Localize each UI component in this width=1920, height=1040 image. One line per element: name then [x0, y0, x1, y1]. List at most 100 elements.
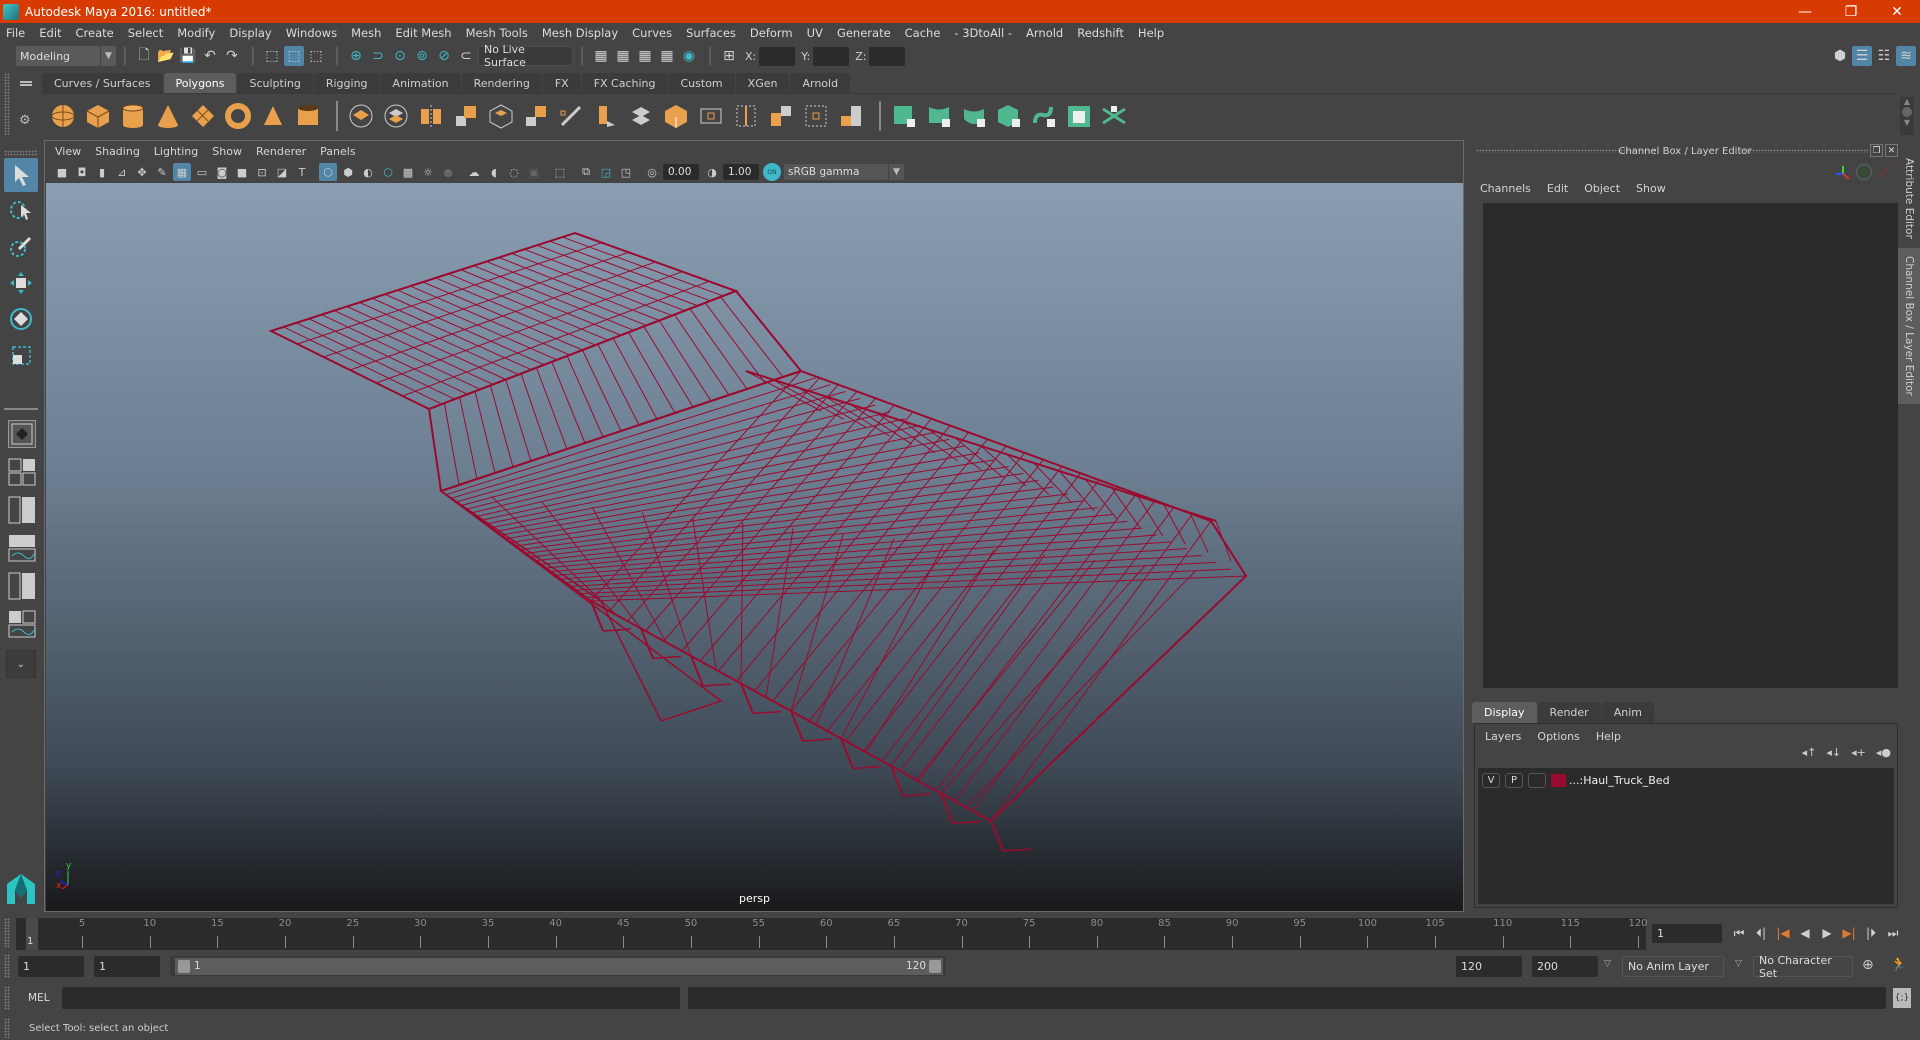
shelf-tab-curves-surfaces[interactable]: Curves / Surfaces	[42, 73, 163, 93]
wireframe-on-shaded-icon[interactable]: ⬡	[379, 163, 397, 181]
grip-handle[interactable]	[1740, 149, 1868, 153]
layer-row[interactable]: V P ...:Haul_Truck_Bed	[1482, 771, 1670, 789]
play-forwards-icon[interactable]: ▶	[1816, 922, 1838, 944]
channel-box-toggle-icon[interactable]: ☰	[1852, 46, 1872, 66]
poly-cylinder-icon[interactable]	[118, 101, 148, 131]
go-to-start-icon[interactable]: ⏮	[1728, 922, 1750, 944]
shelf-tab-custom[interactable]: Custom	[668, 73, 735, 93]
scale-tool-icon[interactable]	[4, 338, 38, 372]
current-frame-field[interactable]: 1	[1652, 924, 1722, 943]
character-set-chevron-icon[interactable]: ▽	[1735, 959, 1742, 969]
new-scene-icon[interactable]: 🗋	[134, 46, 154, 66]
connection-icon[interactable]	[1876, 164, 1892, 180]
layer-display-type-toggle[interactable]	[1528, 772, 1546, 788]
go-to-end-icon[interactable]: ⏭	[1882, 922, 1904, 944]
select-hierarchy-icon[interactable]: ⬚	[262, 46, 282, 66]
auto-key-icon[interactable]: ⊕	[1862, 957, 1874, 973]
safe-title-icon[interactable]: T	[293, 163, 311, 181]
scroll-up-icon[interactable]: ▲	[1900, 97, 1914, 106]
snap-surface-icon[interactable]: ⊂	[456, 46, 476, 66]
extrude-icon[interactable]	[486, 101, 516, 131]
save-scene-icon[interactable]: 💾	[178, 46, 198, 66]
mirror-icon[interactable]	[416, 101, 446, 131]
time-slider[interactable]: 1 5 10 15 20 25 30 35 40 45 50 55 60 65 70 75 80 85 90 95 1…	[16, 918, 1648, 950]
layer-color-swatch[interactable]	[1551, 773, 1566, 787]
layout-uv-icon[interactable]	[1099, 101, 1129, 131]
edge-loop-icon[interactable]	[731, 101, 761, 131]
poly-pipe-icon[interactable]	[293, 101, 323, 131]
menu-mesh-tools[interactable]: Mesh Tools	[466, 26, 528, 40]
shelf-tab-rigging[interactable]: Rigging	[313, 73, 380, 93]
channel-box-menu-show[interactable]: Show	[1636, 182, 1666, 195]
persp-graph-layout-icon[interactable]	[8, 534, 36, 562]
hypershade-icon[interactable]: ◉	[679, 46, 699, 66]
two-d-pan-zoom-icon[interactable]: ✥	[133, 163, 151, 181]
menu-modify[interactable]: Modify	[177, 26, 215, 40]
image-plane-icon[interactable]: ⊿	[113, 163, 131, 181]
3d-viewport[interactable]: y z x persp	[46, 183, 1463, 911]
restore-button[interactable]: ❐	[1828, 0, 1874, 23]
safe-action-icon[interactable]: ◪	[273, 163, 291, 181]
render-settings-icon[interactable]: ▦	[657, 46, 677, 66]
select-object-icon[interactable]: ⬚	[284, 46, 304, 66]
y-input[interactable]	[813, 46, 850, 66]
minimize-button[interactable]: —	[1782, 0, 1828, 23]
scroll-down-icon[interactable]: ▼	[1900, 118, 1914, 127]
viewport-menu-renderer[interactable]: Renderer	[256, 145, 306, 158]
menu-3dtoall[interactable]: - 3DtoAll -	[954, 26, 1012, 40]
resolution-gate-icon[interactable]: ◙	[213, 163, 231, 181]
bookmark-icon[interactable]: ▮	[93, 163, 111, 181]
multi-cut-icon[interactable]	[556, 101, 586, 131]
redo-icon[interactable]: ↷	[222, 46, 242, 66]
more-layouts-button[interactable]: ⌄	[6, 650, 36, 678]
textured-icon[interactable]: ▩	[399, 163, 417, 181]
playback-start-field[interactable]: 1	[94, 956, 160, 977]
hypershade-persp-layout-icon[interactable]	[8, 572, 36, 600]
channel-box-menu-channels[interactable]: Channels	[1480, 182, 1531, 195]
new-layer-from-selected-icon[interactable]: ◂●	[1876, 746, 1891, 759]
layer-tab-display[interactable]: Display	[1472, 702, 1537, 723]
target-weld-icon[interactable]	[626, 101, 656, 131]
paint-select-tool-icon[interactable]	[4, 230, 38, 264]
poly-cube-icon[interactable]	[83, 101, 113, 131]
camera-attributes-icon[interactable]: ◘	[73, 163, 91, 181]
command-input[interactable]	[62, 987, 680, 1009]
depth-of-field-icon[interactable]: ▣	[525, 163, 543, 181]
range-slider-fill[interactable]	[175, 958, 943, 975]
exposure-input[interactable]: 0.00	[663, 164, 699, 180]
render-view-icon[interactable]: ▦	[591, 46, 611, 66]
menu-file[interactable]: File	[6, 26, 25, 40]
tool-settings-icon[interactable]: ☷	[1874, 46, 1894, 66]
rotate-tool-icon[interactable]	[4, 302, 38, 336]
manipulator-axes-icon[interactable]	[1834, 164, 1852, 185]
menu-edit-mesh[interactable]: Edit Mesh	[395, 26, 451, 40]
menu-deform[interactable]: Deform	[750, 26, 793, 40]
grip-handle[interactable]	[4, 954, 10, 978]
snap-view-plane-icon[interactable]: ⊚	[412, 46, 432, 66]
step-forward-key-icon[interactable]: ▶|	[1838, 922, 1860, 944]
z-input[interactable]	[869, 46, 906, 66]
shelf-tab-fx[interactable]: FX	[542, 73, 581, 93]
menu-select[interactable]: Select	[128, 26, 163, 40]
layer-menu-layers[interactable]: Layers	[1485, 730, 1521, 743]
merge-icon[interactable]	[661, 101, 691, 131]
shelf-settings-gear-icon[interactable]: ⚙	[19, 113, 31, 128]
chevron-down-icon[interactable]: ▼	[100, 46, 116, 66]
open-scene-icon[interactable]: 📂	[156, 46, 176, 66]
range-start-handle[interactable]	[178, 960, 190, 973]
step-back-frame-icon[interactable]: ⏴|	[1750, 922, 1772, 944]
shelf-tab-arnold[interactable]: Arnold	[790, 73, 851, 93]
layer-menu-help[interactable]: Help	[1596, 730, 1621, 743]
snap-curve-icon[interactable]: ⊃	[368, 46, 388, 66]
play-backwards-icon[interactable]: ◀	[1794, 922, 1816, 944]
menu-edit[interactable]: Edit	[39, 26, 61, 40]
select-component-icon[interactable]: ⬚	[306, 46, 326, 66]
grease-pencil-icon[interactable]: ✎	[153, 163, 171, 181]
snap-live-icon[interactable]: ⊘	[434, 46, 454, 66]
four-view-layout-icon[interactable]	[8, 458, 36, 486]
menu-arnold[interactable]: Arnold	[1026, 26, 1063, 40]
poly-plane-icon[interactable]	[188, 101, 218, 131]
undo-icon[interactable]: ↶	[200, 46, 220, 66]
persp-outliner-graph-layout-icon[interactable]	[8, 610, 36, 638]
field-chart-icon[interactable]: ⊡	[253, 163, 271, 181]
